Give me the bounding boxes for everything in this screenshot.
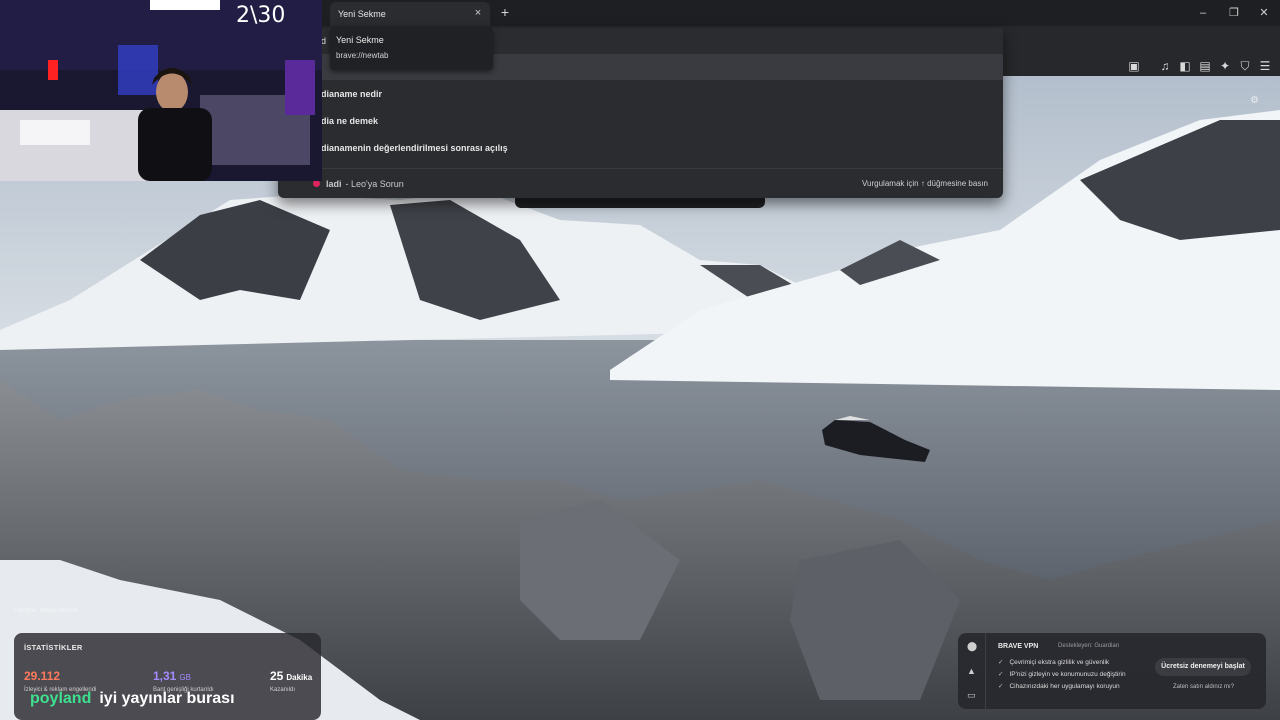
- suggestion-row[interactable]: dianame nedir: [278, 81, 1003, 107]
- already-purchased-link[interactable]: Zaten satın aldınız mı?: [1173, 684, 1234, 690]
- new-tab-plus-icon[interactable]: +: [498, 5, 512, 19]
- stream-overlay-text: poyland iyi yayınlar burası: [30, 690, 235, 708]
- highlight-hint: Vurgulamak için ↑ düğmesine basın: [862, 179, 988, 188]
- counter-text: 2\30: [236, 3, 286, 28]
- tab-search-icon[interactable]: ▣: [1127, 59, 1141, 73]
- suggestion-row[interactable]: dianamenin değerlendirilmesi sonrası açı…: [278, 135, 1003, 161]
- webcam-overlay: 2\30: [0, 0, 322, 181]
- suggestion-text: dianamenin değerlendirilmesi sonrası açı…: [321, 143, 508, 153]
- stream-message: iyi yayınlar burası: [99, 690, 235, 707]
- tab-title: Yeni Sekme: [338, 9, 386, 19]
- vpn-feature: IP'nizi gizleyin ve konumunuzu değiştiri…: [998, 670, 1125, 678]
- leo-label: - Leo'ya Sorun: [345, 178, 404, 189]
- stat-unit: GB: [179, 673, 191, 682]
- streamer-name: poyland: [30, 690, 92, 707]
- stat-label: Kazanıldı: [270, 687, 296, 693]
- minimize-icon[interactable]: –: [1196, 6, 1210, 20]
- tab-close-icon[interactable]: ×: [472, 7, 484, 19]
- customize-gear-icon[interactable]: ⚙: [1250, 95, 1259, 106]
- suggestion-text: dianame nedir: [321, 89, 383, 99]
- vpn-feature: Cihazınızdaki her uygulamayı koruyun: [998, 682, 1119, 690]
- news-icon[interactable]: ▲: [967, 666, 976, 676]
- stat-value: 29.112: [24, 669, 61, 683]
- tab-tooltip: Yeni Sekme brave://newtab: [330, 28, 493, 70]
- photo-credit[interactable]: Fotoğraf: Megan Mulhol...: [14, 608, 82, 614]
- vpn-sponsor: Destekleyen: Guardian: [1058, 643, 1120, 649]
- maximize-icon[interactable]: ❐: [1227, 6, 1241, 20]
- tab-new-tab[interactable]: Yeni Sekme ×: [330, 2, 490, 26]
- rewards-icon[interactable]: ▭: [967, 690, 976, 701]
- vpn-location-icon[interactable]: ⬤: [967, 641, 977, 652]
- close-window-icon[interactable]: ✕: [1257, 6, 1271, 20]
- stat-value: 25: [270, 669, 284, 683]
- stats-title: İSTATİSTİKLER: [24, 643, 83, 652]
- vpn-title: BRAVE VPN: [998, 643, 1039, 650]
- music-icon[interactable]: ♫: [1158, 59, 1172, 73]
- tooltip-title: Yeni Sekme: [336, 35, 384, 45]
- vpn-feature: Çevrimiçi ekstra gizlilik ve güvenlik: [998, 658, 1109, 666]
- stat-value: 1,31: [153, 669, 177, 683]
- suggestion-row[interactable]: dia ne demek: [278, 108, 1003, 134]
- sidebar-icon[interactable]: ◧: [1178, 59, 1192, 73]
- tooltip-url: brave://newtab: [336, 51, 389, 60]
- suggestion-text: dia ne demek: [321, 116, 379, 126]
- leo-icon: [313, 180, 320, 187]
- leo-ask-row[interactable]: ladi - Leo'ya Sorun Vurgulamak için ↑ dü…: [278, 168, 1003, 198]
- menu-icon[interactable]: ☰: [1258, 59, 1272, 73]
- wallet-icon[interactable]: ▤: [1198, 59, 1212, 73]
- widget-sidebar: ⬤ ▲ ▭: [958, 633, 986, 709]
- stat-time: 25 Dakika Kazanıldı: [270, 667, 312, 693]
- vpn-widget: ⬤ ▲ ▭ BRAVE VPN Destekleyen: Guardian Çe…: [958, 633, 1266, 709]
- vpn-shield-icon[interactable]: ⛉: [1238, 59, 1252, 73]
- leo-query: ladi: [326, 178, 342, 189]
- leo-ai-icon[interactable]: ✦: [1218, 59, 1232, 73]
- vpn-trial-button[interactable]: Ücretsiz denemeyi başlat: [1155, 658, 1251, 676]
- stat-unit: Dakika: [286, 673, 313, 682]
- screen: ⚙ Yeni Sekme × + – ❐ ✕ ▣ ♫ ◧ ▤ ✦ ⛉ ☰ d d…: [0, 0, 1280, 720]
